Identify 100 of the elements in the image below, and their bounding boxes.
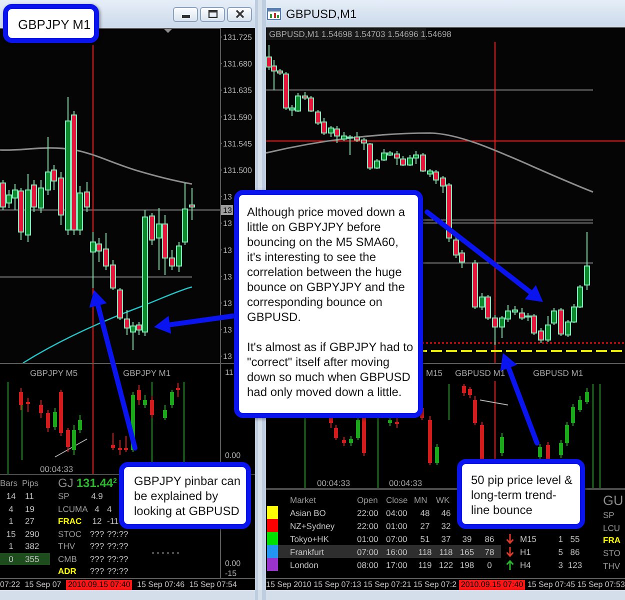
table-cell-text: 1 bbox=[557, 534, 563, 544]
table-cell-text: Frankfurt bbox=[289, 546, 326, 556]
restore-button[interactable] bbox=[200, 6, 225, 22]
table-cell-text: 4 bbox=[94, 504, 100, 514]
minimize-button[interactable] bbox=[173, 6, 198, 22]
candlestick bbox=[131, 392, 135, 452]
candlestick bbox=[150, 396, 154, 418]
timeframe-label: GBPUSD M1 bbox=[533, 368, 584, 378]
candlestick bbox=[137, 384, 141, 406]
price-axis-label: 131.725 bbox=[223, 33, 252, 42]
current-price-label: 13 bbox=[221, 205, 233, 215]
time-axis-label: 15 Sep 07:45 bbox=[527, 580, 576, 589]
table-cell-text: 78 bbox=[484, 546, 496, 556]
table-row[interactable]: NZ+Sydney 22:00 01:00 27 32 bbox=[278, 519, 456, 532]
price-axis-label: 13 bbox=[223, 326, 232, 335]
table-row[interactable]: Frankfurt 07:00 16:00 118 118 165 78 bbox=[278, 545, 501, 558]
table-cell-text: NZ+Sydney bbox=[289, 520, 336, 530]
time-axis-label: 15 Sep 07:21 bbox=[364, 580, 412, 589]
indicator-name: STO bbox=[603, 547, 622, 560]
countdown-timer: 00:04:33 bbox=[389, 478, 422, 488]
time-axis-label: 07:22 bbox=[0, 580, 20, 589]
column-header: Close bbox=[386, 494, 409, 504]
time-axis-label: 15 Sep 07:13 bbox=[314, 580, 362, 589]
callout-text: Although price moved down a little on GBPYJPY before bouncing on the M5 SMA60, it's interesting to see the correlation between the huge bounce on GBPYJPY and the corresponding bounce on GBPUSD. bbox=[247, 205, 406, 325]
candlestick bbox=[538, 444, 542, 460]
candlestick bbox=[46, 410, 50, 432]
candlestick bbox=[565, 422, 569, 446]
column-header: Open bbox=[357, 494, 379, 504]
timeframe-label: GBPJPY M1 bbox=[123, 368, 171, 378]
candlestick bbox=[78, 414, 82, 434]
table-cell: ??:?? bbox=[106, 554, 128, 564]
table-cell-text: 46 bbox=[440, 508, 452, 518]
callout-text: It's almost as if GBPJPY had to "correct" itself after moving down so much when GBPUSD had only moved down a little. bbox=[247, 340, 414, 400]
table-cell-text: 118 bbox=[417, 546, 433, 556]
candlestick bbox=[59, 390, 63, 436]
time-axis-label: 15 Sep 2010 bbox=[266, 580, 312, 589]
candlestick bbox=[66, 428, 70, 452]
table-cell: ??:?? bbox=[106, 528, 128, 539]
indicator-name: CMB bbox=[58, 554, 78, 564]
candlestick bbox=[435, 444, 439, 466]
candlestick bbox=[124, 436, 128, 452]
indicator-name: THV bbox=[58, 541, 76, 552]
up-arrow-icon bbox=[506, 560, 514, 570]
time-axis-label: 15 Sep 07:46 bbox=[137, 580, 185, 589]
candlestick bbox=[26, 398, 30, 412]
table-row[interactable]: Asian BO 22:00 04:00 48 46 bbox=[278, 506, 456, 519]
indicator-axis-label: 0.00 bbox=[225, 451, 241, 460]
table-cell-text: ??? bbox=[88, 566, 106, 576]
candlestick bbox=[578, 396, 582, 412]
price-axis-label: 131.590 bbox=[223, 112, 252, 122]
candlestick bbox=[356, 416, 360, 440]
candlestick bbox=[559, 440, 563, 458]
table-cell-text: 27 bbox=[24, 515, 36, 528]
time-axis-label: 15 Sep 07:54 bbox=[189, 580, 237, 589]
restore-icon bbox=[208, 10, 218, 18]
table-cell-text: 55 bbox=[569, 534, 581, 544]
table-cell-text: 86 bbox=[569, 546, 581, 556]
table-row[interactable]: Tokyo+HK 01:00 07:00 51 37 39 86 bbox=[278, 532, 501, 545]
indicator-axis-label: 0.00 bbox=[225, 559, 241, 568]
indicator-name: FRAC bbox=[58, 516, 83, 526]
indicator-name: ADR bbox=[58, 566, 78, 576]
close-button[interactable] bbox=[227, 6, 252, 22]
indicator-axis-label: -15 bbox=[225, 569, 237, 578]
table-cell-text: 07:00 bbox=[357, 546, 380, 556]
table-cell-text: 48 bbox=[419, 508, 431, 518]
price-axis-label: 13 bbox=[223, 246, 232, 255]
table-cell-text: 122 bbox=[438, 560, 454, 570]
table-row[interactable]: London 08:00 17:00 119 122 198 0 bbox=[278, 558, 501, 571]
candlestick bbox=[143, 394, 147, 408]
time-axis-label: 15 Sep 07 bbox=[24, 580, 62, 589]
crosshair-time-label: 2010.09.15 07:40 bbox=[458, 580, 526, 590]
price-axis-label: 13 bbox=[223, 299, 232, 308]
chart-window-icon bbox=[267, 8, 281, 20]
countdown-timer: 00:04:33 bbox=[40, 464, 74, 474]
price-axis-label: 13 bbox=[223, 219, 232, 228]
candlestick bbox=[349, 436, 353, 446]
indicator-axis-label: 11 bbox=[225, 368, 234, 377]
indicator-name: SP bbox=[58, 491, 70, 502]
candlestick bbox=[342, 436, 346, 446]
candlestick bbox=[118, 440, 122, 456]
table-cell-text: 0 bbox=[486, 560, 493, 570]
table-cell: 0 bbox=[0, 552, 22, 565]
table-cell-text: 17:00 bbox=[386, 560, 408, 570]
candlestick bbox=[19, 388, 23, 410]
countdown-timer: 00:04:33 bbox=[317, 478, 350, 488]
candlestick bbox=[585, 388, 589, 404]
table-cell-text: 123 bbox=[566, 560, 584, 570]
indicator-name: THV bbox=[603, 560, 621, 572]
candlestick bbox=[395, 418, 399, 428]
indicator-name: SP bbox=[603, 509, 616, 522]
indicator-name: LCUMA bbox=[58, 504, 88, 514]
table-cell: ??:?? bbox=[106, 566, 128, 576]
time-axis-label: 15 Sep 07:53 bbox=[577, 580, 625, 589]
indicator-name: FRA bbox=[603, 534, 622, 548]
table-cell-text: 14 bbox=[5, 490, 17, 502]
table-cell-text: 12 bbox=[91, 516, 103, 526]
table-cell-text: -11 bbox=[106, 516, 120, 526]
table-cell-text: ??? bbox=[88, 541, 106, 552]
table-cell-text: London bbox=[289, 560, 320, 570]
crosshair-time-label: 2010.09.15 07:40 bbox=[66, 580, 132, 590]
